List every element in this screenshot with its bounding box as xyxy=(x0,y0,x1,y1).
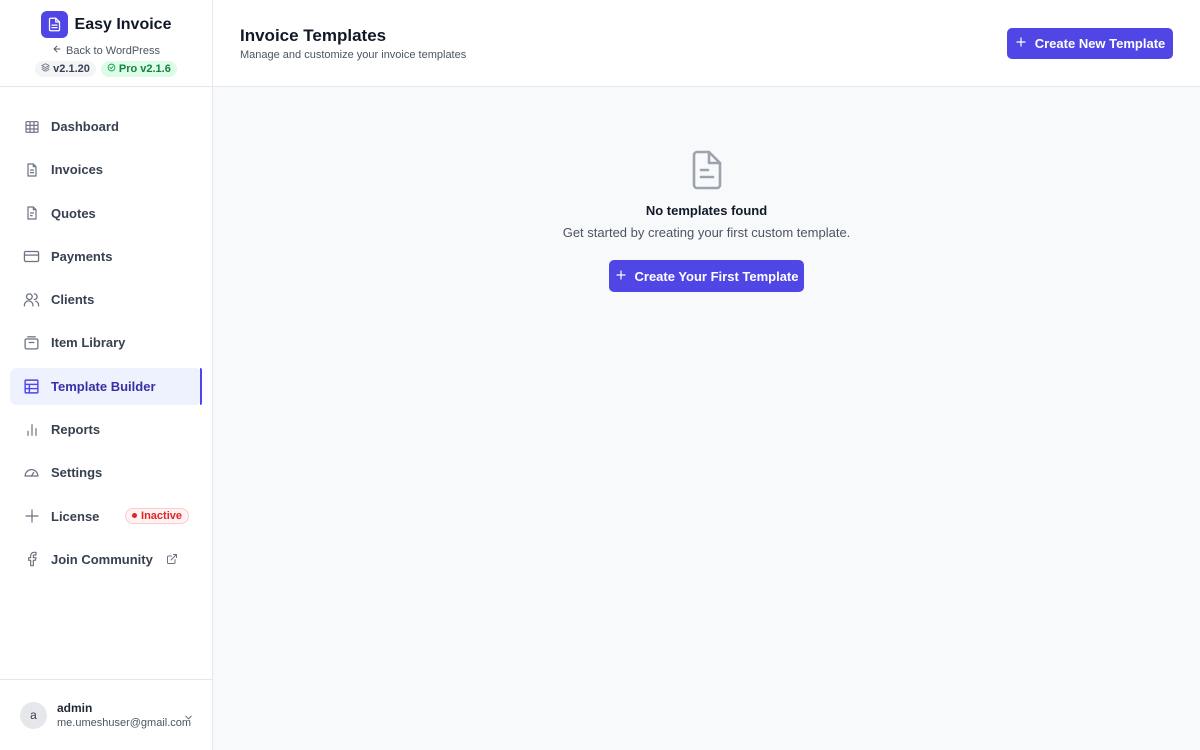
version-badge: v2.1.20 xyxy=(35,61,96,77)
sidebar-item-license[interactable]: License Inactive xyxy=(10,498,202,535)
page-subtitle: Manage and customize your invoice templa… xyxy=(240,49,467,61)
create-first-template-label: Create Your First Template xyxy=(634,268,799,284)
facebook-icon xyxy=(23,551,40,568)
sidebar-item-invoices[interactable]: Invoices xyxy=(10,151,202,188)
sidebar-item-label: License xyxy=(51,508,100,524)
user-profile[interactable]: a admin me.umeshuser@gmail.com xyxy=(0,679,212,750)
sidebar-item-label: Clients xyxy=(51,292,95,308)
avatar: a xyxy=(20,701,47,729)
status-dot-icon xyxy=(132,513,138,519)
grid-icon xyxy=(23,118,40,135)
main-content: Invoice Templates Manage and customize y… xyxy=(213,0,1200,750)
sidebar-item-label: Quotes xyxy=(51,205,96,221)
back-to-wordpress-link[interactable]: Back to WordPress xyxy=(52,44,160,57)
empty-state: No templates found Get started by creati… xyxy=(213,150,1200,292)
gauge-icon xyxy=(23,464,40,481)
sidebar-item-quotes[interactable]: Quotes xyxy=(10,195,202,232)
chevron-down-icon[interactable] xyxy=(183,710,194,728)
app-root: Easy Invoice Back to WordPress v2.1.20 P… xyxy=(0,0,1200,750)
external-link-icon xyxy=(166,553,178,568)
sparkle-icon xyxy=(23,508,40,525)
users-icon xyxy=(23,291,40,308)
sidebar-item-label: Template Builder xyxy=(51,378,156,394)
brand-area: Easy Invoice Back to WordPress v2.1.20 P… xyxy=(0,0,212,87)
version-text: v2.1.20 xyxy=(53,63,90,75)
sidebar-item-settings[interactable]: Settings xyxy=(10,454,202,491)
sidebar-item-label: Invoices xyxy=(51,162,104,178)
sidebar-item-label: Item Library xyxy=(51,335,126,351)
sidebar-nav: Dashboard Invoices Quotes Payments Clien… xyxy=(0,87,212,578)
pro-version-text: Pro v2.1.6 xyxy=(118,63,171,75)
create-new-template-button[interactable]: Create New Template xyxy=(1007,28,1173,59)
pro-version-badge: Pro v2.1.6 xyxy=(100,61,177,77)
empty-state-title: No templates found xyxy=(645,203,768,218)
sidebar-item-label: Dashboard xyxy=(51,119,119,134)
library-icon xyxy=(23,334,40,351)
sidebar-item-reports[interactable]: Reports xyxy=(10,411,202,448)
credit-card-icon xyxy=(23,248,40,265)
back-link-label: Back to WordPress xyxy=(66,44,160,57)
page-header: Invoice Templates Manage and customize y… xyxy=(213,0,1200,87)
arrow-left-icon xyxy=(52,44,62,57)
sidebar-item-template-builder[interactable]: Template Builder xyxy=(10,367,202,405)
bar-chart-icon xyxy=(23,421,40,438)
user-info: admin me.umeshuser@gmail.com xyxy=(57,701,191,729)
sidebar-item-item-library[interactable]: Item Library xyxy=(10,324,202,361)
user-name: admin xyxy=(57,701,93,715)
license-status-badge: Inactive xyxy=(125,507,189,524)
empty-state-subtitle: Get started by creating your first custo… xyxy=(562,225,851,240)
check-circle-icon xyxy=(107,63,116,75)
document-icon xyxy=(23,161,40,178)
template-icon xyxy=(23,378,40,395)
sidebar: Easy Invoice Back to WordPress v2.1.20 P… xyxy=(0,0,213,750)
sidebar-item-label: Join Community xyxy=(51,551,153,567)
sidebar-item-label: Settings xyxy=(51,465,103,481)
document-icon xyxy=(23,205,40,222)
page-title: Invoice Templates xyxy=(240,26,387,45)
create-first-template-button[interactable]: Create Your First Template xyxy=(609,260,804,292)
layers-icon xyxy=(41,63,50,75)
plus-icon xyxy=(1015,36,1027,51)
plus-icon xyxy=(615,269,627,284)
sidebar-item-dashboard[interactable]: Dashboard xyxy=(10,108,202,145)
sidebar-item-label: Payments xyxy=(51,248,113,264)
version-badges: v2.1.20 Pro v2.1.6 xyxy=(35,61,177,77)
create-new-template-label: Create New Template xyxy=(1034,36,1166,51)
document-icon xyxy=(690,150,724,195)
invoice-logo-icon xyxy=(40,11,68,38)
sidebar-item-clients[interactable]: Clients xyxy=(10,281,202,318)
sidebar-item-payments[interactable]: Payments xyxy=(10,238,202,275)
user-email: me.umeshuser@gmail.com xyxy=(57,717,192,729)
brand-name: Easy Invoice xyxy=(74,15,172,33)
sidebar-item-label: Reports xyxy=(51,422,101,438)
brand-row: Easy Invoice xyxy=(40,11,172,38)
license-status-text: Inactive xyxy=(141,509,182,522)
sidebar-item-join-community[interactable]: Join Community xyxy=(10,541,202,578)
